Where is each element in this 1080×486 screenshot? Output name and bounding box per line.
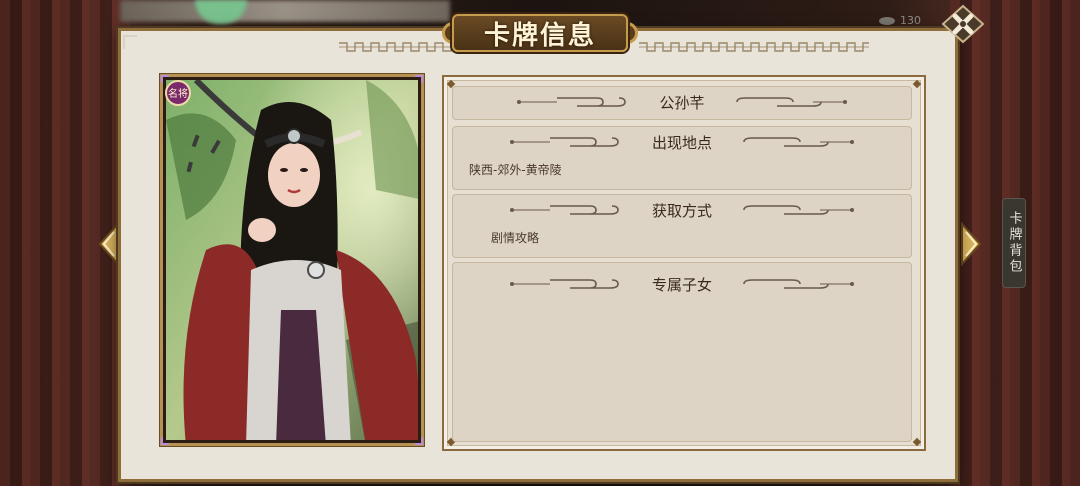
cloud-icon (879, 17, 895, 25)
character-illustration (166, 80, 418, 440)
cloud-ornament-left (517, 97, 627, 107)
top-blurred-bar (120, 0, 450, 22)
section-header: 获取方式 (453, 195, 911, 225)
fret-ornament-right (639, 42, 869, 52)
close-x-icon (941, 4, 985, 44)
close-button[interactable] (940, 4, 986, 44)
frame-corner-dot (912, 437, 922, 447)
section-acquisition: 获取方式 剧情攻略 (452, 194, 912, 258)
next-card-button[interactable] (960, 222, 984, 266)
section-exclusive-children: 专属子女 (452, 262, 912, 442)
prev-card-button[interactable] (96, 222, 120, 266)
section-title: 公孙芊 (659, 93, 705, 112)
cloud-ornament-left (509, 137, 619, 147)
cloud-ornament-right (743, 205, 854, 215)
top-status-count: 130 (900, 14, 921, 27)
card-corner-bl (161, 437, 169, 445)
section-header: 出现地点 (453, 127, 911, 157)
section-location: 出现地点 陕西-郊外-黄帝陵 (452, 126, 912, 190)
rarity-badge-text: 名将 (168, 87, 188, 100)
section-header: 公孙芊 (453, 87, 911, 117)
cloud-ornament-right (743, 137, 854, 147)
cloud-ornament-right (743, 279, 854, 289)
cloud-ornament-left (509, 205, 619, 215)
section-title: 专属子女 (651, 275, 712, 294)
card-backpack-tab[interactable]: 卡牌背包 (1002, 198, 1026, 288)
section-header: 专属子女 (453, 269, 911, 299)
cloud-ornament-left (509, 279, 619, 289)
card-artwork (166, 80, 418, 440)
rarity-badge: 名将 (165, 80, 191, 106)
section-card-name: 公孙芊 (452, 86, 912, 120)
acquisition-text: 剧情攻略 (491, 231, 540, 245)
frame-corner-dot (912, 79, 922, 89)
card-corner-br (415, 437, 423, 445)
cloud-ornament-right (735, 97, 847, 107)
card-corner-tr (415, 75, 423, 83)
page-title: 卡牌信息 (483, 20, 596, 51)
card-portrait (160, 74, 424, 446)
title-plaque: 卡牌信息 (442, 10, 638, 56)
section-title: 获取方式 (651, 201, 712, 220)
section-title: 出现地点 (651, 133, 712, 152)
location-text: 陕西-郊外-黄帝陵 (469, 163, 562, 177)
panel-corner-mark (123, 35, 137, 49)
